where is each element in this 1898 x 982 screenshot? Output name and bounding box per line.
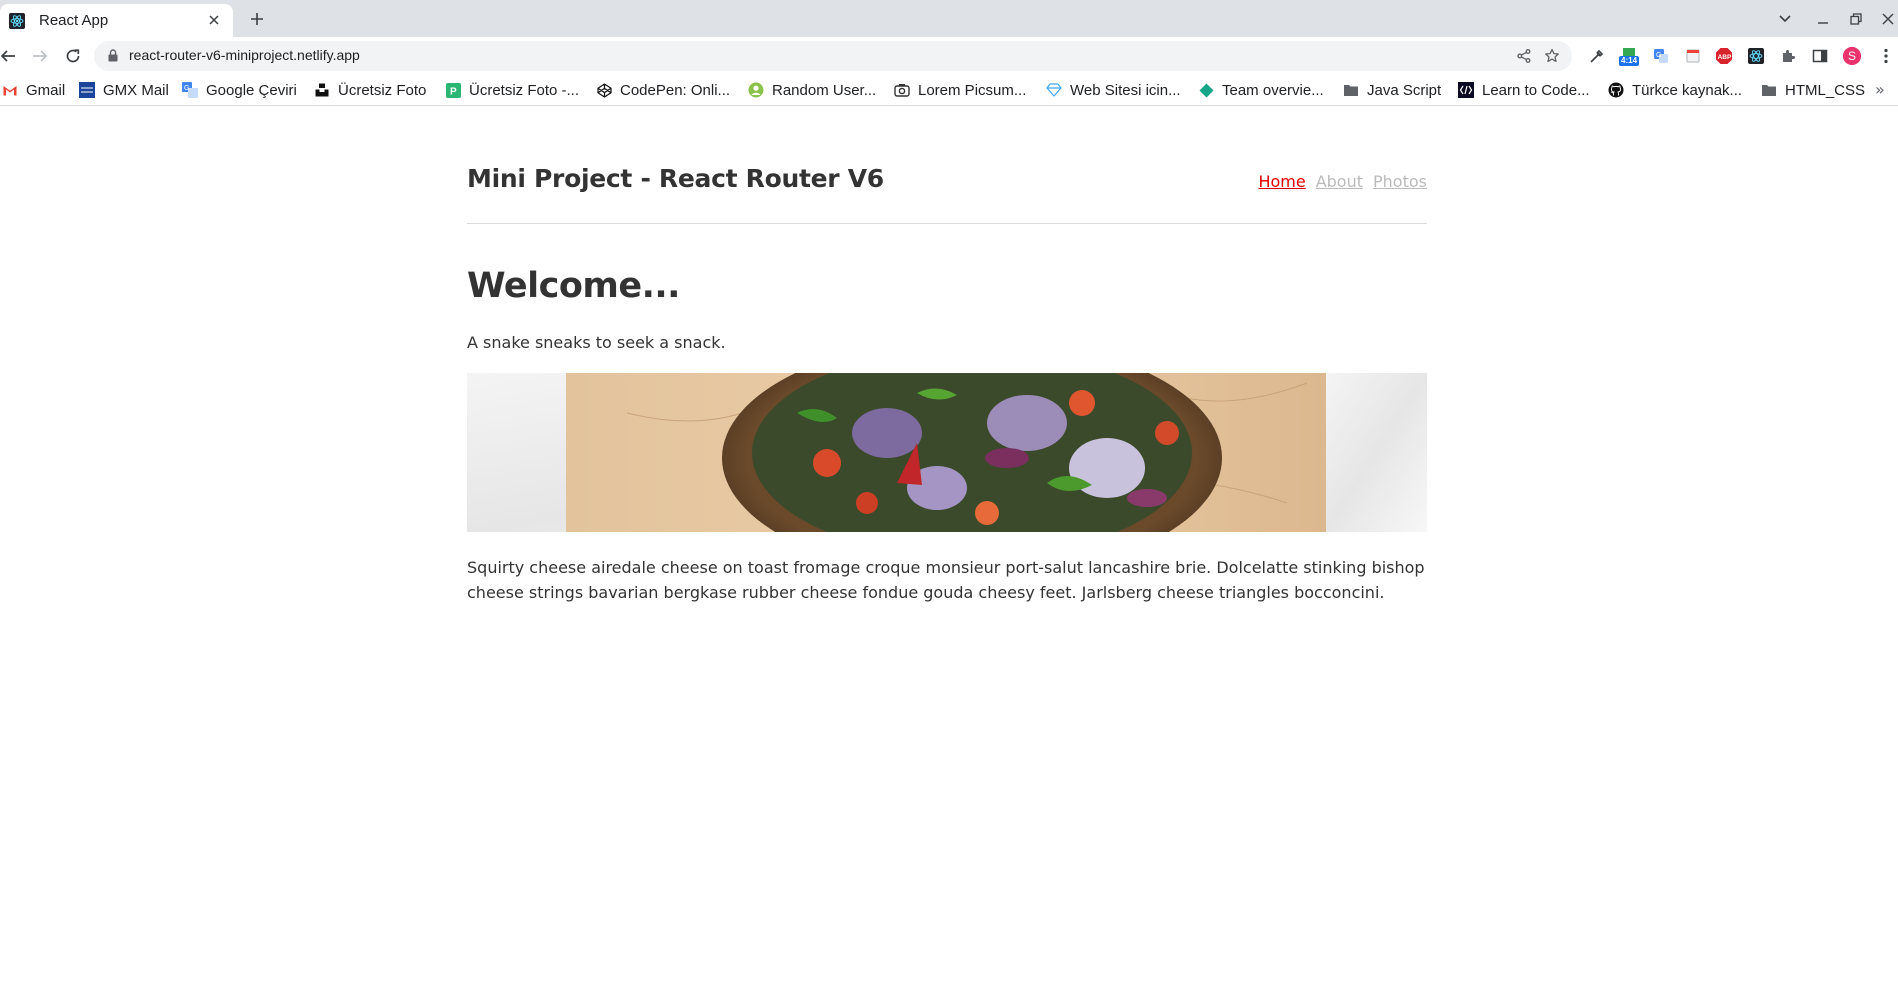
restore-icon[interactable]: [1845, 9, 1867, 29]
bookmark-gmx[interactable]: GMX Mail: [79, 80, 169, 100]
bookmark-learn-to-code[interactable]: Learn to Code...: [1458, 80, 1590, 100]
bookmark-label: Google Çeviri: [206, 81, 297, 99]
profile-initial: S: [1847, 49, 1856, 63]
svg-text:G: G: [184, 85, 189, 92]
lead-text: A snake sneaks to seek a snack.: [467, 333, 726, 352]
page-viewport: Mini Project - React Router V6 Home Abou…: [0, 106, 1898, 982]
active-tab[interactable]: React App: [0, 4, 233, 37]
site-header: Mini Project - React Router V6 Home Abou…: [467, 164, 1427, 224]
nav-link-about[interactable]: About: [1316, 172, 1363, 191]
svg-text:G: G: [1656, 52, 1661, 59]
gmail-icon: [2, 82, 18, 98]
photo-icon: P: [445, 82, 461, 98]
bookmark-label: Team overvie...: [1222, 81, 1324, 99]
bookmark-label: GMX Mail: [103, 81, 169, 99]
minimize-icon[interactable]: [1812, 9, 1834, 29]
reload-icon[interactable]: [61, 44, 85, 68]
bookmark-random-user[interactable]: Random User...: [748, 80, 876, 100]
bookmark-label: Web Sitesi icin...: [1070, 81, 1181, 99]
tab-title: React App: [39, 12, 109, 29]
react-favicon-icon: [9, 12, 25, 29]
bookmark-folder-html-css[interactable]: HTML_CSS: [1761, 80, 1865, 100]
new-tab-icon[interactable]: [246, 8, 268, 30]
translate-icon: G: [182, 82, 198, 98]
url-text: react-router-v6-miniproject.netlify.app: [129, 47, 360, 63]
bookmark-google-ceviri[interactable]: G Google Çeviri: [182, 80, 297, 100]
side-panel-icon[interactable]: [1810, 46, 1830, 66]
bookmark-gmail[interactable]: Gmail: [2, 80, 65, 100]
address-bar[interactable]: react-router-v6-miniproject.netlify.app: [94, 41, 1572, 71]
bookmarks-bar: Gmail GMX Mail G Google Çeviri Ücretsiz …: [0, 75, 1898, 106]
abp-label: ABP: [1718, 54, 1732, 61]
close-window-icon[interactable]: [1877, 9, 1898, 29]
bookmark-team-overview[interactable]: Team overvie...: [1198, 80, 1324, 100]
hero-salad-image: [467, 373, 1427, 532]
share-icon[interactable]: [1514, 46, 1534, 66]
bookmark-label: Gmail: [26, 81, 66, 99]
bookmark-codepen[interactable]: CodePen: Onli...: [596, 80, 730, 100]
unsplash-icon: [314, 82, 330, 98]
bookmark-label: Lorem Picsum...: [918, 81, 1027, 99]
bookmark-ucretsiz-foto[interactable]: Ücretsiz Foto: [314, 80, 426, 100]
body-paragraph: Squirty cheese airedale cheese on toast …: [467, 558, 1425, 602]
tab-strip: React App: [0, 0, 1898, 37]
bookmark-ucretsiz-foto-2[interactable]: P Ücretsiz Foto -...: [445, 80, 579, 100]
google-translate-ext-icon[interactable]: G: [1651, 46, 1671, 66]
close-tab-icon[interactable]: [205, 11, 223, 29]
bookmark-label: Learn to Code...: [1482, 81, 1590, 99]
bookmark-label: Ücretsiz Foto: [338, 81, 427, 99]
bookmark-folder-java-script[interactable]: Java Script: [1343, 80, 1441, 100]
tab-search-icon[interactable]: [1774, 9, 1796, 29]
profile-avatar[interactable]: S: [1842, 46, 1862, 66]
more-bookmarks-icon[interactable]: »: [1875, 80, 1885, 99]
timer-extension-icon[interactable]: 4:14: [1619, 46, 1640, 66]
browser-toolbar: react-router-v6-miniproject.netlify.app …: [0, 37, 1898, 75]
folder-icon: [1343, 82, 1359, 98]
forward-arrow-icon[interactable]: [28, 44, 52, 68]
page-heading: Welcome...: [467, 266, 680, 306]
bookmark-label: CodePen: Onli...: [620, 81, 731, 99]
user-icon: [748, 82, 764, 98]
bookmark-label: Random User...: [772, 81, 877, 99]
codepen-icon: [596, 82, 612, 98]
bookmark-label: Ücretsiz Foto -...: [469, 81, 580, 99]
svg-text:P: P: [450, 86, 457, 97]
eyedropper-icon[interactable]: [1587, 46, 1607, 66]
gmx-icon: [79, 82, 95, 98]
bookmark-star-icon[interactable]: [1542, 46, 1562, 66]
bookmark-web-sitesi[interactable]: Web Sitesi icin...: [1046, 80, 1181, 100]
bookmark-turkce-kaynak[interactable]: Türkce kaynak...: [1608, 80, 1742, 100]
bookmark-lorem-picsum[interactable]: Lorem Picsum...: [894, 80, 1026, 100]
code-icon: [1458, 82, 1474, 98]
back-arrow-icon[interactable]: [0, 44, 20, 68]
camera-icon: [894, 82, 910, 98]
bookmark-label: Java Script: [1367, 81, 1442, 99]
team-icon: [1198, 82, 1214, 98]
bookmark-label: HTML_CSS: [1785, 81, 1866, 99]
adblock-plus-icon[interactable]: ABP: [1714, 46, 1734, 66]
timer-badge: 4:14: [1619, 55, 1640, 66]
calendar-ext-icon[interactable]: [1683, 46, 1703, 66]
main-nav: Home About Photos: [1248, 172, 1427, 191]
folder-icon: [1761, 82, 1777, 98]
menu-kebab-icon[interactable]: [1876, 46, 1896, 66]
site-title: Mini Project - React Router V6: [467, 164, 884, 193]
github-icon: [1608, 82, 1624, 98]
react-devtools-icon[interactable]: [1746, 46, 1766, 66]
lock-icon: [108, 49, 118, 62]
diamond-icon: [1046, 82, 1062, 98]
extensions-puzzle-icon[interactable]: [1778, 46, 1798, 66]
nav-link-photos[interactable]: Photos: [1373, 172, 1427, 191]
nav-link-home[interactable]: Home: [1258, 172, 1305, 191]
bookmark-label: Türkce kaynak...: [1632, 81, 1743, 99]
